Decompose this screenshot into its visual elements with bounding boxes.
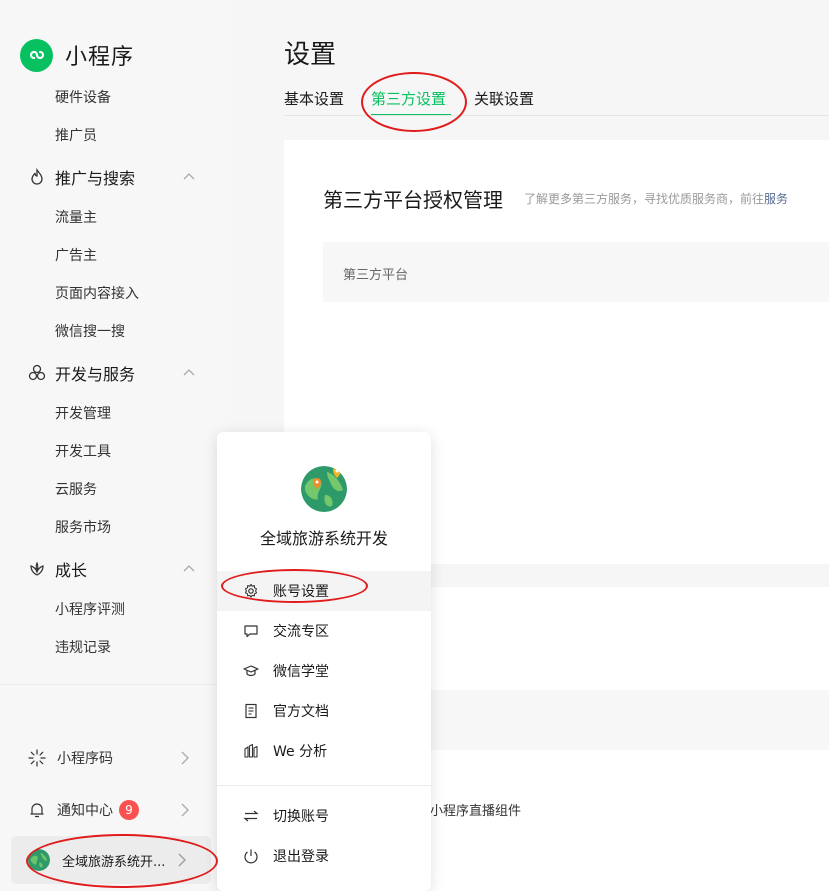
sidebar-group-label: 开发与服务 <box>55 365 136 384</box>
sidebar-item-page-content[interactable]: 页面内容接入 <box>55 284 139 304</box>
annotation-circle-account-settings <box>221 569 368 603</box>
chevron-right-icon <box>181 751 189 765</box>
sidebar-group-label: 推广与搜索 <box>55 169 136 188</box>
menu-official-docs[interactable]: 官方文档 <box>217 691 431 731</box>
menu-switch-account[interactable]: 切换账号 <box>217 796 431 836</box>
avatar <box>301 466 347 512</box>
sidebar-item-violation-record[interactable]: 违规记录 <box>55 638 111 658</box>
switch-arrows-icon <box>242 807 260 825</box>
sidebar-group-dev-services[interactable]: 开发与服务 <box>27 361 197 385</box>
plugin-table-header <box>408 690 829 750</box>
popup-divider <box>217 785 431 786</box>
annotation-circle-third-party-tab <box>361 72 467 132</box>
qrcode-label: 小程序码 <box>57 751 113 767</box>
chevron-up-icon <box>183 565 195 572</box>
document-icon <box>242 702 260 720</box>
analytics-icon <box>242 742 260 760</box>
menu-label: 微信学堂 <box>273 664 329 680</box>
annotation-circle-account-switcher <box>26 834 218 888</box>
sidebar-item-cloud-service[interactable]: 云服务 <box>55 480 97 500</box>
menu-wechat-academy[interactable]: 微信学堂 <box>217 651 431 691</box>
account-popup-menu: 全域旅游系统开发 账号设置 交流专区 微信学堂 官方文档 We 分析 切换账号 … <box>217 432 431 891</box>
bell-icon <box>27 800 47 820</box>
menu-label: 交流专区 <box>273 624 329 640</box>
lotus-icon <box>27 559 47 579</box>
qrcode-burst-icon <box>27 748 47 768</box>
popup-account-name: 全域旅游系统开发 <box>259 529 388 548</box>
chat-bubble-icon <box>242 622 260 640</box>
plugin-name: 小程序直播组件 <box>430 804 522 819</box>
sidebar-group-promotion-search[interactable]: 推广与搜索 <box>27 165 197 189</box>
graduation-cap-icon <box>242 662 260 680</box>
flame-icon <box>27 167 47 187</box>
sidebar-item-dev-management[interactable]: 开发管理 <box>55 404 111 424</box>
sidebar-item-advertiser[interactable]: 广告主 <box>55 246 97 266</box>
cluster-icon <box>27 363 47 383</box>
service-market-link[interactable]: 服务 <box>764 192 788 206</box>
table-header: 第三方平台 <box>323 242 829 302</box>
sidebar-item-hardware[interactable]: 硬件设备 <box>55 88 111 108</box>
menu-label: We 分析 <box>273 744 328 760</box>
tab-basic-settings[interactable]: 基本设置 <box>284 88 344 109</box>
sidebar-item-evaluation[interactable]: 小程序评测 <box>55 600 125 620</box>
notification-badge: 9 <box>119 800 139 820</box>
tab-linked-settings[interactable]: 关联设置 <box>474 88 534 109</box>
sidebar-group-label: 成长 <box>55 561 88 580</box>
notification-label: 通知中心 <box>57 803 113 819</box>
sidebar-item-promoter[interactable]: 推广员 <box>55 126 97 146</box>
chevron-right-icon <box>181 803 189 817</box>
menu-label: 切换账号 <box>273 809 329 825</box>
sidebar-item-traffic-owner[interactable]: 流量主 <box>55 208 97 228</box>
brand[interactable]: 小程序 <box>20 38 134 72</box>
brand-name: 小程序 <box>65 45 135 70</box>
menu-community[interactable]: 交流专区 <box>217 611 431 651</box>
menu-label: 官方文档 <box>273 704 329 720</box>
chevron-up-icon <box>183 369 195 376</box>
sidebar-notification-center[interactable]: 通知中心 9 <box>27 798 197 822</box>
menu-logout[interactable]: 退出登录 <box>217 836 431 876</box>
sidebar-divider <box>0 684 230 685</box>
sidebar-item-wechat-search[interactable]: 微信搜一搜 <box>55 322 125 342</box>
page-title: 设置 <box>284 40 337 70</box>
chevron-up-icon <box>183 173 195 180</box>
card-description-text: 了解更多第三方服务，寻找优质服务商，前往 <box>524 192 765 206</box>
sidebar-qrcode[interactable]: 小程序码 <box>27 746 197 770</box>
card-title: 第三方平台授权管理 <box>323 188 503 212</box>
sidebar: 小程序 硬件设备 推广员 推广与搜索 流量主 广告主 页面内容接入 微信搜一搜 … <box>0 0 230 891</box>
mini-program-logo-icon <box>20 38 53 72</box>
menu-we-analysis[interactable]: We 分析 <box>217 731 431 771</box>
sidebar-group-growth[interactable]: 成长 <box>27 557 197 581</box>
power-icon <box>242 847 260 865</box>
card-description: 了解更多第三方服务，寻找优质服务商，前往服务 <box>524 190 788 207</box>
menu-label: 退出登录 <box>273 849 329 865</box>
sidebar-item-service-market[interactable]: 服务市场 <box>55 518 111 538</box>
column-header-platform: 第三方平台 <box>343 268 409 283</box>
sidebar-item-dev-tools[interactable]: 开发工具 <box>55 442 111 462</box>
